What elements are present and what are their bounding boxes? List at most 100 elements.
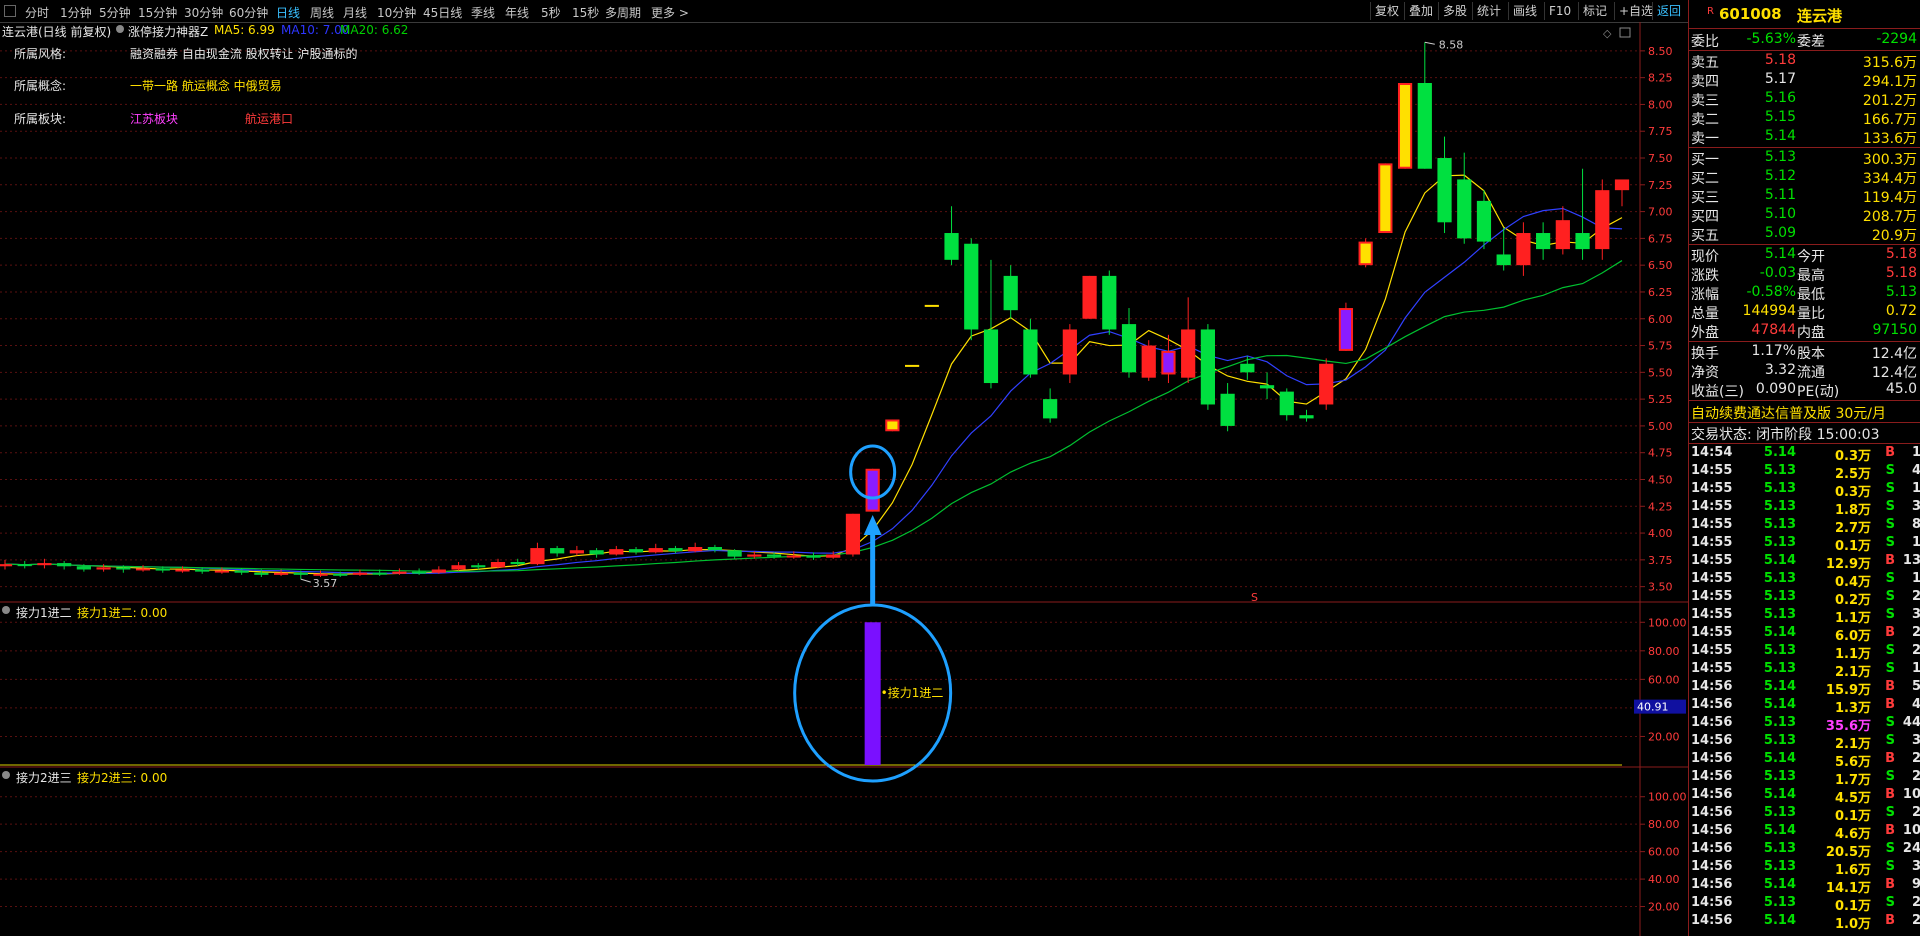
tick-row: 14:55 5.13 2.1万 S 1 bbox=[1689, 660, 1920, 680]
f10-button[interactable]: F10 bbox=[1544, 2, 1575, 20]
add-watchlist-button[interactable]: +自选 bbox=[1614, 2, 1657, 20]
tick-count: 2 bbox=[1911, 589, 1920, 604]
stat-label2: 量比 bbox=[1797, 306, 1825, 322]
tick-row: 14:56 5.13 0.1万 S 2 bbox=[1689, 894, 1920, 914]
overlay-button[interactable]: 叠加 bbox=[1404, 2, 1437, 20]
tick-time: 14:56 bbox=[1691, 787, 1733, 802]
ma10-line bbox=[4, 207, 1623, 575]
tab-fenshi[interactable]: 分时 bbox=[25, 4, 49, 21]
concept-value: 一带一路 航运概念 中俄贸易 bbox=[130, 79, 282, 93]
stat-value2: 0.72 bbox=[1885, 303, 1917, 319]
tick-price: 5.14 bbox=[1763, 787, 1796, 802]
tick-side: B bbox=[1885, 553, 1895, 568]
ask-row: 卖三 5.16 201.2万 bbox=[1689, 89, 1920, 109]
tick-side: S bbox=[1885, 517, 1895, 532]
tick-side: S bbox=[1885, 499, 1895, 514]
candle-body bbox=[333, 573, 348, 576]
mark-button[interactable]: 标记 bbox=[1578, 2, 1611, 20]
tick-price: 5.13 bbox=[1763, 859, 1796, 874]
tick-count: 2 bbox=[1911, 769, 1920, 784]
tick-time: 14:56 bbox=[1691, 913, 1733, 928]
candle-body bbox=[569, 550, 584, 554]
tab-daily[interactable]: 日线 bbox=[276, 4, 300, 21]
tab-5sec[interactable]: 5秒 bbox=[541, 4, 561, 21]
tab-30min[interactable]: 30分钟 bbox=[184, 4, 223, 21]
kline-chart[interactable]: 8.50 8.25 8.00 7.75 7.50 7.25 7.00 6.75 6.50 6.25… bbox=[0, 22, 1688, 936]
multi-stock-button[interactable]: 多股 bbox=[1438, 2, 1471, 20]
candle-body bbox=[964, 243, 979, 330]
chart-header: 连云港(日线 前复权) 涨停接力神器Z MA5: 6.99 MA10: 7.00… bbox=[0, 23, 700, 39]
tick-side: S bbox=[1885, 841, 1895, 856]
ask-row: 卖一 5.14 133.6万 bbox=[1689, 127, 1920, 147]
stat-label: 涨幅 bbox=[1691, 287, 1719, 303]
candle-body bbox=[116, 567, 131, 570]
indicator-settings-icon[interactable] bbox=[116, 25, 124, 33]
stat-label: 现价 bbox=[1691, 249, 1719, 265]
tab-yearly[interactable]: 年线 bbox=[505, 4, 529, 21]
tick-count: 3 bbox=[1911, 499, 1920, 514]
tick-price: 5.13 bbox=[1763, 463, 1796, 478]
tab-multi-period[interactable]: 多周期 bbox=[605, 4, 641, 21]
tick-count: 2 bbox=[1911, 805, 1920, 820]
stat-row: 涨幅 -0.58% 最低 5.13 bbox=[1689, 283, 1920, 303]
ask-label: 卖一 bbox=[1691, 131, 1719, 147]
tab-more[interactable]: 更多 > bbox=[651, 4, 689, 21]
sub2-settings-icon[interactable] bbox=[2, 771, 10, 779]
menu-icon[interactable] bbox=[4, 5, 16, 17]
restore-right-button[interactable]: 复权 bbox=[1370, 2, 1403, 20]
fund-label2: 流通 bbox=[1797, 365, 1825, 381]
tab-1min[interactable]: 1分钟 bbox=[60, 4, 92, 21]
ask-label: 卖三 bbox=[1691, 93, 1719, 109]
tick-price: 5.14 bbox=[1763, 553, 1796, 568]
fund-value2: 45.0 bbox=[1885, 381, 1917, 397]
candle-body bbox=[786, 555, 801, 558]
stat-value: -0.58% bbox=[1746, 284, 1796, 300]
tab-monthly[interactable]: 月线 bbox=[343, 4, 367, 21]
tab-60min[interactable]: 60分钟 bbox=[229, 4, 268, 21]
candle-body bbox=[1043, 399, 1058, 419]
tick-price: 5.13 bbox=[1763, 661, 1796, 676]
tick-count: 10 bbox=[1902, 787, 1920, 802]
stat-label: 总量 bbox=[1691, 306, 1719, 322]
candle-body bbox=[1457, 179, 1472, 239]
tick-side: S bbox=[1885, 805, 1895, 820]
candle-body bbox=[1240, 363, 1255, 373]
tick-row: 14:55 5.13 0.3万 S 1 bbox=[1689, 480, 1920, 500]
candle-body bbox=[471, 565, 486, 568]
candle-body bbox=[57, 563, 72, 567]
candle-body bbox=[1299, 415, 1314, 419]
sub1-tick-label: 100.00 bbox=[1648, 616, 1687, 629]
ask-price: 5.16 bbox=[1764, 90, 1796, 106]
bid-label: 买五 bbox=[1691, 228, 1719, 244]
candle-body bbox=[451, 565, 466, 570]
sub1-settings-icon[interactable] bbox=[2, 606, 10, 614]
tick-time: 14:55 bbox=[1691, 661, 1733, 676]
sector-value-jiangsu[interactable]: 江苏板块 bbox=[130, 110, 178, 127]
tick-row: 14:56 5.13 2.1万 S 3 bbox=[1689, 732, 1920, 752]
tab-15sec[interactable]: 15秒 bbox=[572, 4, 599, 21]
tab-quarterly[interactable]: 季线 bbox=[471, 4, 495, 21]
statistics-button[interactable]: 统计 bbox=[1472, 2, 1505, 20]
tab-45day[interactable]: 45日线 bbox=[423, 4, 462, 21]
sector-value-shipping[interactable]: 航运港口 bbox=[245, 110, 293, 127]
tab-15min[interactable]: 15分钟 bbox=[138, 4, 177, 21]
tab-10min[interactable]: 10分钟 bbox=[377, 4, 416, 21]
candle-body bbox=[1003, 275, 1018, 311]
candle-body bbox=[1536, 233, 1551, 250]
tab-5min[interactable]: 5分钟 bbox=[99, 4, 131, 21]
indicator-name[interactable]: 涨停接力神器Z bbox=[128, 23, 208, 40]
ask-price: 5.14 bbox=[1764, 128, 1796, 144]
bid-volume: 334.4万 bbox=[1862, 171, 1917, 187]
tick-time: 14:56 bbox=[1691, 895, 1733, 910]
candle-body bbox=[688, 546, 703, 552]
back-button[interactable]: 返回 bbox=[1652, 2, 1685, 20]
ask-volume: 166.7万 bbox=[1862, 112, 1917, 128]
tab-weekly[interactable]: 周线 bbox=[310, 4, 334, 21]
tick-time: 14:55 bbox=[1691, 553, 1733, 568]
tick-price: 5.13 bbox=[1763, 607, 1796, 622]
tick-price: 5.13 bbox=[1763, 517, 1796, 532]
candle-body bbox=[1399, 85, 1411, 167]
tick-row: 14:56 5.13 0.1万 S 2 bbox=[1689, 804, 1920, 824]
candle-body bbox=[431, 569, 446, 573]
draw-line-button[interactable]: 画线 bbox=[1508, 2, 1541, 20]
